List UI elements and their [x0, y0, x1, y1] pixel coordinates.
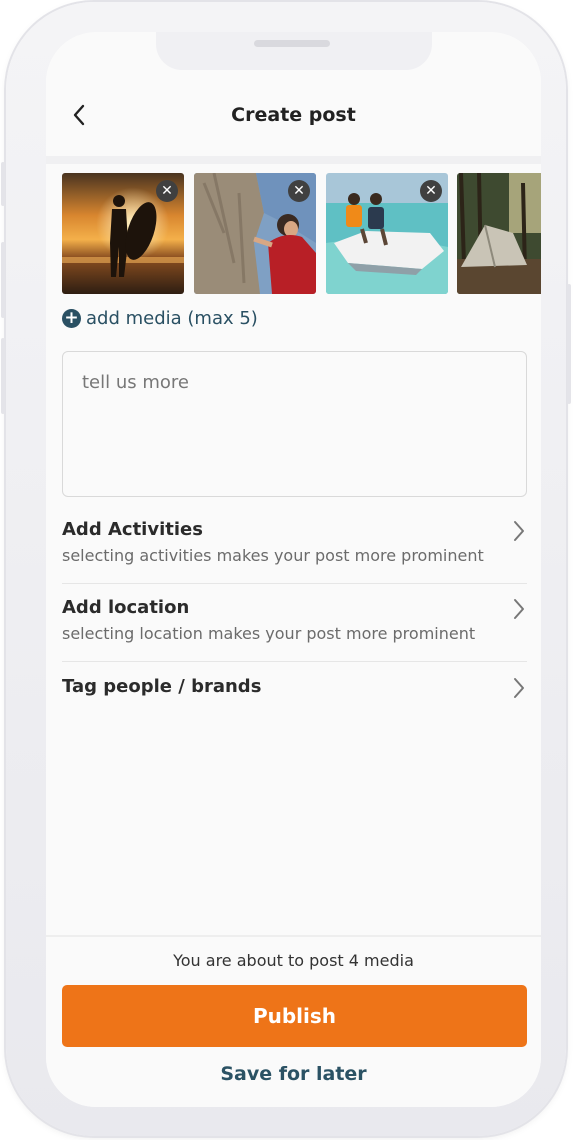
- media-thumbnail-1[interactable]: ✕: [62, 173, 184, 294]
- phone-frame: Create post ✕ ✕ ✕ + add media (max 5) te…: [1, 2, 571, 1136]
- add-media-label: add media (max 5): [86, 308, 258, 329]
- page-title: Create post: [231, 104, 356, 126]
- power-button: [567, 284, 571, 404]
- publish-button[interactable]: Publish: [62, 985, 527, 1047]
- description-placeholder: tell us more: [82, 372, 189, 393]
- remove-media-button[interactable]: ✕: [156, 180, 178, 202]
- plus-circle-icon: +: [62, 309, 81, 328]
- remove-media-button[interactable]: ✕: [420, 180, 442, 202]
- remove-media-button[interactable]: ✕: [288, 180, 310, 202]
- option-title: Tag people / brands: [62, 676, 262, 697]
- chevron-right-icon: [514, 521, 524, 541]
- divider: [62, 583, 527, 584]
- chevron-right-icon: [514, 678, 524, 698]
- media-count-text: You are about to post 4 media: [173, 951, 414, 970]
- volume-up-button: [1, 242, 5, 318]
- footer: You are about to post 4 media Publish Sa…: [46, 935, 541, 1107]
- header-divider: [46, 156, 541, 164]
- option-title: Add location: [62, 597, 190, 618]
- side-button: [1, 162, 5, 206]
- speaker-grille: [254, 40, 330, 47]
- media-thumbnail-2[interactable]: ✕: [194, 173, 316, 294]
- media-thumbnail-3[interactable]: ✕: [326, 173, 448, 294]
- save-for-later-button[interactable]: Save for later: [46, 1063, 541, 1085]
- add-location-row[interactable]: Add location selecting location makes yo…: [62, 597, 527, 643]
- volume-down-button: [1, 338, 5, 414]
- divider: [62, 661, 527, 662]
- app-screen: Create post ✕ ✕ ✕ + add media (max 5) te…: [46, 32, 541, 1107]
- add-media-button[interactable]: + add media (max 5): [62, 308, 258, 329]
- notch: [156, 32, 432, 70]
- option-subtitle: selecting location makes your post more …: [62, 624, 476, 643]
- option-subtitle: selecting activities makes your post mor…: [62, 546, 484, 565]
- header: Create post: [46, 70, 541, 158]
- chevron-right-icon: [514, 599, 524, 619]
- option-title: Add Activities: [62, 519, 203, 540]
- media-thumbnail-4[interactable]: [457, 173, 541, 294]
- tag-people-row[interactable]: Tag people / brands: [62, 676, 527, 698]
- description-input[interactable]: tell us more: [62, 351, 527, 497]
- camping-tent-photo: [457, 173, 541, 294]
- add-activities-row[interactable]: Add Activities selecting activities make…: [62, 519, 527, 565]
